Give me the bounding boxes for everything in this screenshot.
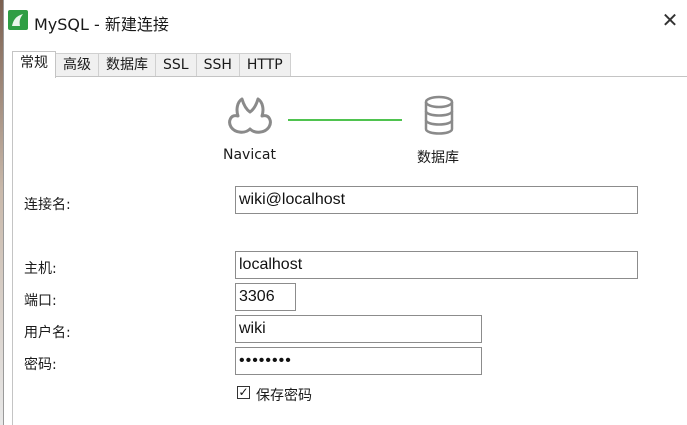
navicat-app-icon <box>8 10 28 30</box>
port-label: 端口: <box>24 293 57 309</box>
close-icon[interactable]: ✕ <box>661 10 679 30</box>
save-password-label[interactable]: 保存密码 <box>256 385 312 405</box>
password-input[interactable]: •••••••• <box>235 347 482 375</box>
username-input[interactable]: wiki <box>235 315 482 343</box>
tab-ssl[interactable]: SSL <box>155 53 197 77</box>
host-input[interactable]: localhost <box>235 251 638 279</box>
username-label: 用户名: <box>24 325 71 341</box>
connection-name-input[interactable]: wiki@localhost <box>235 186 638 214</box>
tab-ssh[interactable]: SSH <box>195 53 240 77</box>
window-title: MySQL - 新建连接 <box>34 15 169 34</box>
new-connection-dialog: MySQL - 新建连接 ✕ 常规 高级 数据库 SSL SSH HTTP Na… <box>3 0 687 425</box>
password-label: 密码: <box>24 357 57 373</box>
database-label: 数据库 <box>417 150 459 166</box>
save-password-checkbox[interactable]: ✓ <box>237 386 250 399</box>
title-bar: MySQL - 新建连接 ✕ <box>4 0 687 44</box>
port-input[interactable]: 3306 <box>235 283 296 311</box>
tab-databases[interactable]: 数据库 <box>98 53 156 77</box>
connection-name-label: 连接名: <box>24 197 71 213</box>
tab-general[interactable]: 常规 <box>12 51 56 78</box>
tab-http[interactable]: HTTP <box>238 53 291 77</box>
tab-advanced[interactable]: 高级 <box>55 53 99 77</box>
tab-bar: 常规 高级 数据库 SSL SSH HTTP <box>12 51 291 78</box>
navicat-label: Navicat <box>223 147 276 163</box>
host-label: 主机: <box>24 261 57 277</box>
